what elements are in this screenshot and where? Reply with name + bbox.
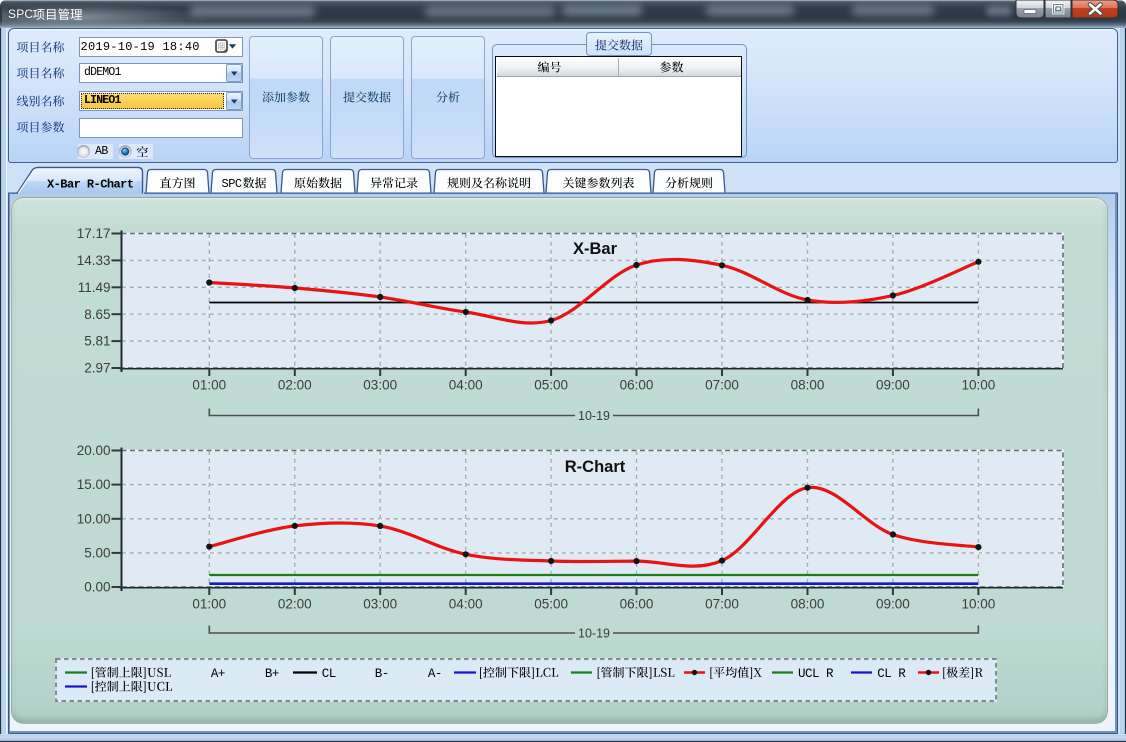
- svg-text:03:00: 03:00: [363, 378, 397, 393]
- svg-text:02:00: 02:00: [278, 597, 312, 612]
- svg-text:10:00: 10:00: [962, 597, 996, 612]
- svg-text:04:00: 04:00: [449, 378, 483, 393]
- svg-text:0.00: 0.00: [84, 580, 110, 595]
- svg-text:04:00: 04:00: [449, 597, 483, 612]
- svg-text:2.97: 2.97: [84, 361, 110, 376]
- svg-text:R-Chart: R-Chart: [565, 458, 626, 476]
- svg-text:B+: B+: [265, 667, 279, 681]
- svg-text:09:00: 09:00: [876, 597, 910, 612]
- svg-text:03:00: 03:00: [363, 597, 397, 612]
- svg-text:X-Bar: X-Bar: [573, 240, 618, 258]
- svg-text:06:00: 06:00: [620, 378, 654, 393]
- svg-text:07:00: 07:00: [705, 378, 739, 393]
- svg-text:UCL R: UCL R: [798, 667, 834, 681]
- svg-text:17.17: 17.17: [77, 226, 111, 241]
- svg-text:05:00: 05:00: [534, 378, 568, 393]
- svg-text:SPC: SPC: [222, 177, 242, 191]
- svg-text:5.81: 5.81: [84, 334, 110, 349]
- svg-text:01:00: 01:00: [192, 597, 226, 612]
- svg-text:15.00: 15.00: [77, 477, 111, 492]
- svg-text:10-19: 10-19: [578, 627, 610, 641]
- svg-text:5.00: 5.00: [84, 546, 110, 561]
- svg-text:01:00: 01:00: [192, 378, 226, 393]
- svg-text:B-: B-: [375, 667, 389, 681]
- svg-text:CL R: CL R: [877, 667, 906, 681]
- svg-text:11.49: 11.49: [78, 280, 111, 295]
- svg-text:10.00: 10.00: [77, 511, 111, 526]
- svg-text:06:00: 06:00: [620, 597, 654, 612]
- svg-text:A-: A-: [428, 667, 442, 681]
- svg-text:10-19: 10-19: [578, 409, 610, 423]
- svg-text:08:00: 08:00: [791, 378, 825, 393]
- svg-text:09:00: 09:00: [876, 378, 910, 393]
- svg-text:8.65: 8.65: [84, 307, 110, 322]
- svg-text:X-Bar R-Chart: X-Bar R-Chart: [47, 177, 134, 191]
- svg-text:CL: CL: [322, 667, 336, 681]
- svg-text:08:00: 08:00: [791, 597, 825, 612]
- svg-text:14.33: 14.33: [77, 253, 111, 268]
- svg-text:A+: A+: [211, 667, 225, 681]
- svg-text:02:00: 02:00: [278, 378, 312, 393]
- svg-text:05:00: 05:00: [534, 597, 568, 612]
- svg-text:20.00: 20.00: [77, 443, 111, 458]
- svg-text:07:00: 07:00: [705, 597, 739, 612]
- svg-text:10:00: 10:00: [962, 378, 996, 393]
